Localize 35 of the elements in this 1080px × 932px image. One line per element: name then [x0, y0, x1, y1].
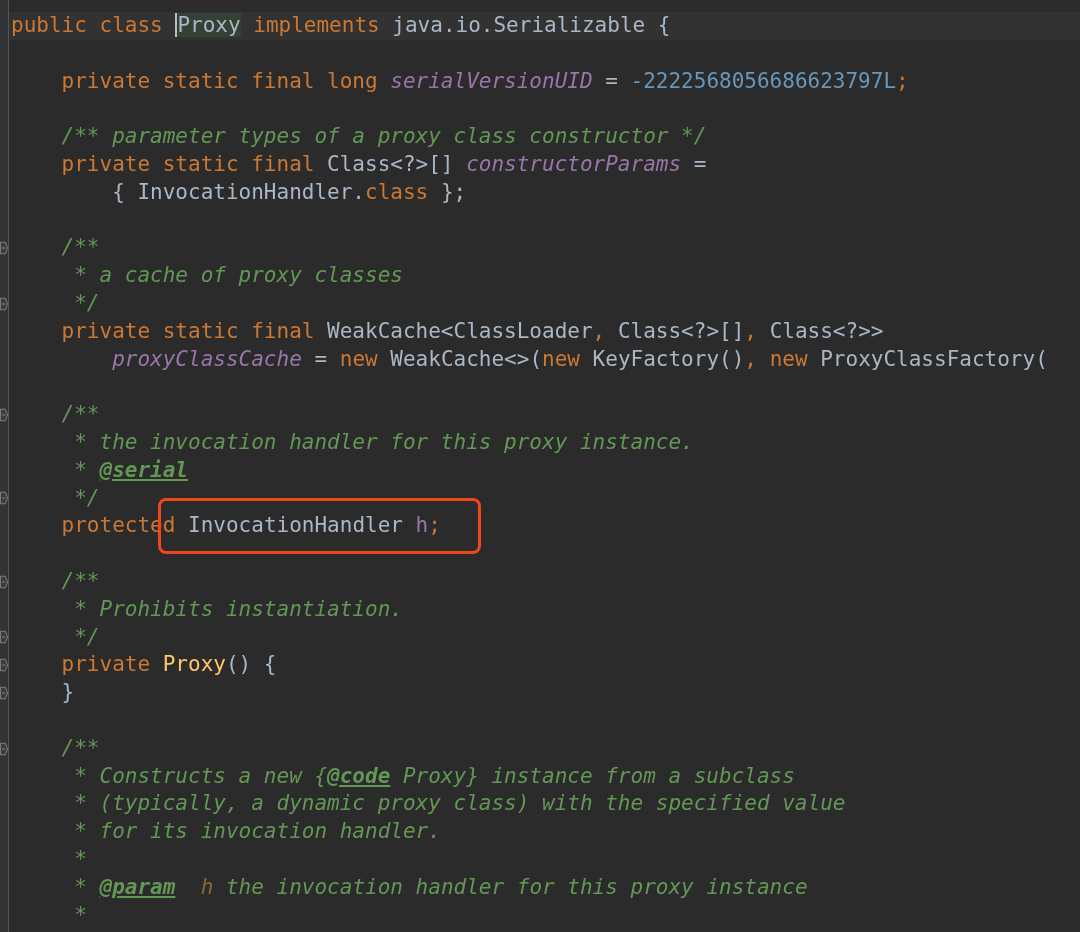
code-line: proxyClassCache = new WeakCache<>(new KeyFactory(), new ProxyClassFactory(: [111, 346, 1048, 371]
code-line: *: [73, 846, 87, 871]
fold-icon[interactable]: [0, 741, 8, 756]
fold-icon[interactable]: [0, 686, 8, 700]
fold-icon[interactable]: [0, 574, 8, 589]
fold-icon[interactable]: [0, 630, 8, 645]
fold-icon[interactable]: [0, 491, 8, 506]
code-line: public class Proxy implements java.io.Serializable {: [11, 13, 671, 37]
code-line: * the invocation handler for this proxy instance.: [73, 429, 694, 454]
code-line: *: [73, 902, 87, 927]
code-line: /**: [60, 735, 100, 760]
code-line: private static final Class<?>[] constructorParams =: [60, 152, 707, 176]
fold-icon[interactable]: [0, 408, 8, 423]
code-line: private static final long serialVersionUID = -2222568056686623797L;: [60, 68, 909, 93]
code-line: /**: [60, 402, 100, 427]
code-line: private Proxy() {: [60, 652, 277, 677]
code-line: * Constructs a new {@code Proxy} instance from a subclass: [73, 763, 795, 788]
code-line: * a cache of proxy classes: [73, 263, 403, 288]
fold-icon[interactable]: [0, 241, 8, 256]
code-line: * Prohibits instantiation.: [73, 596, 403, 621]
code-line: * @param h the invocation handler for this proxy instance: [73, 874, 808, 899]
fold-icon[interactable]: [0, 296, 8, 311]
code-line: /** parameter types of a proxy class constructor */: [60, 124, 707, 149]
code-line: /**: [60, 568, 100, 593]
code-line: private static final WeakCache<ClassLoader, Class<?>[], Class<?>>: [60, 318, 884, 343]
code-line: /**: [60, 235, 100, 260]
code-line: * @serial: [73, 457, 189, 482]
code-line: * (typically, a dynamic proxy class) with the specified value: [73, 791, 846, 816]
code-line: */: [73, 624, 100, 649]
fold-icon[interactable]: [0, 658, 8, 673]
code-line: { InvocationHandler.class };: [111, 179, 467, 204]
code-line: */: [73, 485, 100, 510]
code-line: }: [60, 680, 75, 705]
code-line: */: [73, 290, 100, 315]
code-line: * for its invocation handler.: [73, 819, 441, 844]
